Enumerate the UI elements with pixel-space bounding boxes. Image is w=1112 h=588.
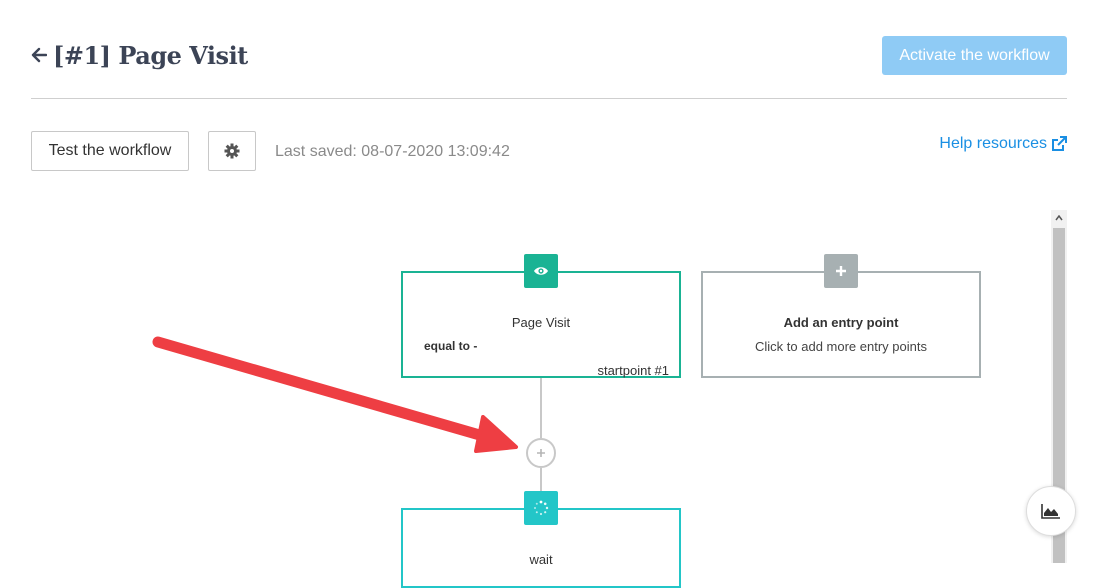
eye-icon	[524, 254, 558, 288]
arrow-left-icon[interactable]	[31, 47, 47, 63]
plus-icon	[537, 449, 545, 457]
workflow-title: [#1] Page Visit	[53, 40, 248, 70]
startpoint-label: startpoint #1	[597, 363, 669, 378]
scroll-up-button[interactable]	[1051, 210, 1067, 226]
divider	[31, 98, 1067, 99]
add-step-button[interactable]	[526, 438, 556, 468]
statistics-button[interactable]	[1026, 486, 1076, 536]
last-saved-text: Last saved: 08-07-2020 13:09:42	[275, 143, 510, 160]
connector-line	[540, 378, 542, 438]
gear-icon	[224, 143, 240, 159]
activate-workflow-button[interactable]: Activate the workflow	[882, 36, 1067, 75]
trigger-title: Page Visit	[511, 315, 571, 330]
wait-title: wait	[529, 552, 553, 567]
entry-subtitle: Click to add more entry points	[755, 339, 927, 354]
plus-icon[interactable]	[824, 254, 858, 288]
entry-title: Add an entry point	[783, 315, 899, 330]
test-workflow-button[interactable]: Test the workflow	[31, 131, 189, 171]
external-link-icon	[1052, 136, 1067, 151]
chevron-up-icon	[1055, 215, 1063, 221]
trigger-condition: equal to -	[424, 339, 478, 353]
connector-line	[540, 468, 542, 491]
settings-button[interactable]	[208, 131, 256, 171]
help-resources-link[interactable]: Help resources	[939, 135, 1067, 153]
help-resources-label: Help resources	[939, 135, 1047, 152]
spinner-icon	[524, 491, 558, 525]
area-chart-icon	[1041, 504, 1060, 519]
page-title: [#1] Page Visit	[31, 38, 248, 72]
